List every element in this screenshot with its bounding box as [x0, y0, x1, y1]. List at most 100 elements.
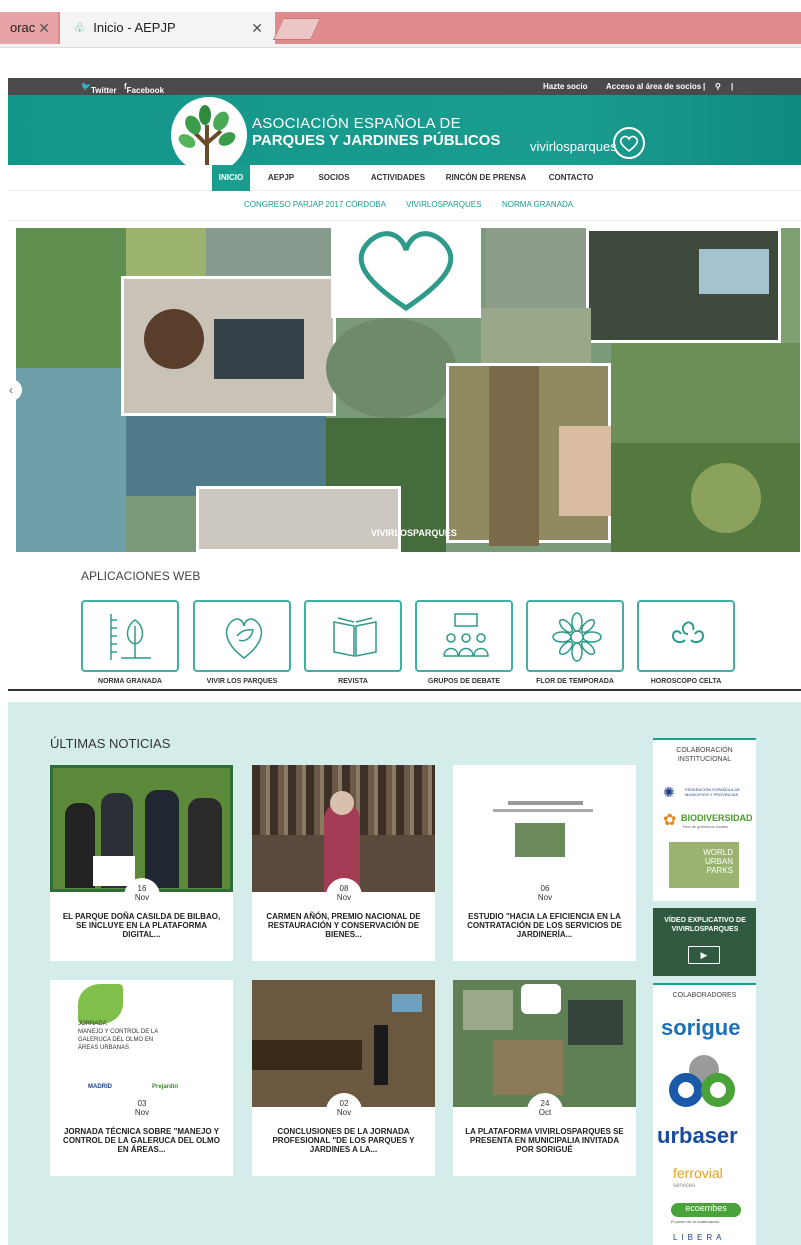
news-image: JORNADA MANEJO Y CONTROL DE LA GALERUCA …: [50, 980, 233, 1107]
collage-photo: [16, 368, 126, 552]
tab-label: orac: [10, 20, 36, 35]
date-day: 02: [339, 1099, 349, 1108]
news-card[interactable]: JORNADA MANEJO Y CONTROL DE LA GALERUCA …: [50, 980, 233, 1176]
wup-line: WORLD: [703, 848, 733, 857]
app-vivir-los-parques[interactable]: [193, 600, 291, 672]
news-date: 24 Oct: [527, 1093, 563, 1129]
subnav-norma-granada[interactable]: NORMA GRANADA: [502, 200, 573, 209]
collage-photo-tree-measure: [446, 363, 614, 546]
news-card[interactable]: 08 Nov CARMEN AÑÓN, PREMIO NACIONAL DE RE…: [252, 765, 435, 961]
app-label[interactable]: GRUPOS DE DEBATE: [404, 678, 524, 685]
people-chat-icon: [443, 613, 489, 657]
date-month: Nov: [134, 1108, 150, 1117]
tab-previous[interactable]: orac ✕: [0, 12, 58, 44]
hazte-socio-link[interactable]: Hazte socio: [543, 82, 587, 91]
news-title[interactable]: JORNADA TÉCNICA SOBRE "MANEJO Y CONTROL …: [60, 1127, 223, 1154]
app-flor-temporada[interactable]: [526, 600, 624, 672]
app-revista[interactable]: [304, 600, 402, 672]
nav-aepjp[interactable]: AEPJP: [262, 165, 300, 191]
slide-caption[interactable]: VIVIRLOSPARQUES: [371, 528, 457, 538]
book-icon: [333, 617, 377, 657]
collage-photo-students: [586, 228, 781, 343]
twitter-label: Twitter: [90, 86, 117, 95]
twitter-link[interactable]: 🐦 Twitter: [81, 82, 117, 95]
close-icon[interactable]: ✕: [251, 12, 263, 44]
play-icon[interactable]: ▶: [688, 946, 720, 964]
app-label[interactable]: REVISTA: [293, 678, 413, 685]
libera-logo[interactable]: LIBERA: [673, 1233, 725, 1242]
heart-logo-icon[interactable]: [613, 127, 645, 159]
collage-photo: [611, 443, 800, 552]
favicon-icon: ♧: [74, 20, 86, 35]
vivirlosparques-logo-text[interactable]: vivirlosparques: [530, 139, 617, 154]
app-label[interactable]: NORMA GRANADA: [70, 678, 190, 685]
date-day: 16: [137, 884, 147, 893]
ecoembes-logo[interactable]: ecoembes: [671, 1203, 741, 1217]
urbaser-logo-icon[interactable]: [667, 1055, 743, 1121]
hero-slider[interactable]: VIVIRLOSPARQUES: [16, 228, 800, 552]
collage-photo: [206, 228, 331, 283]
close-icon[interactable]: ✕: [38, 12, 50, 44]
slider-prev-arrow-icon[interactable]: ‹: [0, 379, 22, 401]
site-header: ASOCIACIÓN ESPAÑOLA DE PARQUES Y JARDINE…: [8, 95, 801, 173]
separator: |: [731, 82, 734, 91]
ecoembes-sub: El poder de la colaboración: [671, 1219, 720, 1224]
urbaser-label[interactable]: urbaser: [657, 1123, 738, 1149]
ferrovial-sub: services: [673, 1183, 696, 1189]
app-label[interactable]: VIVIR LOS PARQUES: [182, 678, 302, 685]
ferrovial-logo[interactable]: ferrovial: [673, 1165, 723, 1181]
sorigue-logo[interactable]: sorigue: [661, 1015, 740, 1041]
app-horoscopo-celta[interactable]: [637, 600, 735, 672]
subnav-congreso[interactable]: CONGRESO PARJAP 2017 CÓRDOBA: [244, 200, 386, 209]
news-title[interactable]: CARMEN AÑÓN, PREMIO NACIONAL DE RESTAURA…: [262, 912, 425, 939]
acceso-socios-link[interactable]: Acceso al área de socios: [606, 82, 701, 91]
nav-actividades[interactable]: ACTIVIDADES: [366, 165, 430, 191]
wup-line: PARKS: [706, 866, 733, 875]
tree-logo-icon[interactable]: [171, 97, 247, 173]
prejardin-logo: Prejardín: [152, 1084, 179, 1090]
news-date: 16 Nov: [124, 878, 160, 914]
date-day: 24: [540, 1099, 550, 1108]
video-banner-label: VÍDEO EXPLICATIVO DE VIVIRLOSPARQUES: [664, 917, 746, 933]
video-banner[interactable]: VÍDEO EXPLICATIVO DE VIVIRLOSPARQUES ▶: [653, 908, 756, 976]
toolbar-strip: [0, 44, 801, 48]
collage-heart-logo: [331, 228, 481, 318]
nav-contacto[interactable]: CONTACTO: [542, 165, 600, 191]
app-norma-granada[interactable]: [81, 600, 179, 672]
facebook-link[interactable]: f Facebook: [124, 82, 164, 95]
news-date: 02 Nov: [326, 1093, 362, 1129]
news-image: [252, 765, 435, 892]
news-title[interactable]: EL PARQUE DOÑA CASILDA DE BILBAO, SE INC…: [60, 912, 223, 939]
news-title[interactable]: LA PLATAFORMA VIVIRLOSPARQUES SE PRESENT…: [463, 1127, 626, 1154]
femp-label: FEDERACIÓN ESPAÑOLA DE MUNICIPIOS Y PROV…: [685, 787, 741, 797]
news-card[interactable]: 16 Nov EL PARQUE DOÑA CASILDA DE BILBAO, …: [50, 765, 233, 961]
news-card[interactable]: 02 Nov CONCLUSIONES DE LA JORNADA PROFESI…: [252, 980, 435, 1176]
search-icon[interactable]: ⚲: [715, 82, 721, 91]
news-card[interactable]: 24 Oct LA PLATAFORMA VIVIRLOSPARQUES SE P…: [453, 980, 636, 1176]
date-month: Oct: [538, 1108, 552, 1117]
sidebar-heading: COLABORADORES: [672, 992, 737, 999]
flower-icon: [552, 612, 602, 662]
app-label[interactable]: FLOR DE TEMPORADA: [515, 678, 635, 685]
tab-active[interactable]: ♧ Inicio - AEPJP ✕: [60, 12, 275, 44]
subnav-vivirlosparques[interactable]: VIVIRLOSPARQUES: [406, 200, 481, 209]
date-month: Nov: [336, 1108, 352, 1117]
collage-photo-kids-computers: [196, 486, 401, 552]
news-title[interactable]: CONCLUSIONES DE LA JORNADA PROFESIONAL "…: [262, 1127, 425, 1154]
app-label[interactable]: HOROSCOPO CELTA: [626, 678, 746, 685]
femp-logo[interactable]: ✺ FEDERACIÓN ESPAÑOLA DE MUNICIPIOS Y PR…: [663, 784, 749, 802]
news-title[interactable]: ESTUDIO "HACIA LA EFICIENCIA EN LA CONTR…: [463, 912, 626, 939]
nav-inicio[interactable]: INICIO: [212, 165, 250, 191]
news-card[interactable]: 06 Nov ESTUDIO "HACIA LA EFICIENCIA EN LA…: [453, 765, 636, 961]
collage-photo: [16, 228, 126, 368]
app-grupos-debate[interactable]: [415, 600, 513, 672]
world-urban-parks-logo[interactable]: WORLD URBAN PARKS: [669, 842, 739, 888]
news-date: 06 Nov: [527, 878, 563, 914]
news-image: [453, 980, 636, 1107]
date-month: Nov: [537, 893, 553, 902]
biodiversidad-logo[interactable]: ✿ BIODIVERSIDAD Red de gobiernos locales: [663, 810, 753, 832]
jornada-text: JORNADA MANEJO Y CONTROL DE LA GALERUCA …: [78, 1021, 159, 1051]
date-day: 06: [540, 884, 550, 893]
nav-socios[interactable]: SOCIOS: [312, 165, 356, 191]
nav-rincon-prensa[interactable]: RINCÓN DE PRENSA: [442, 165, 530, 191]
